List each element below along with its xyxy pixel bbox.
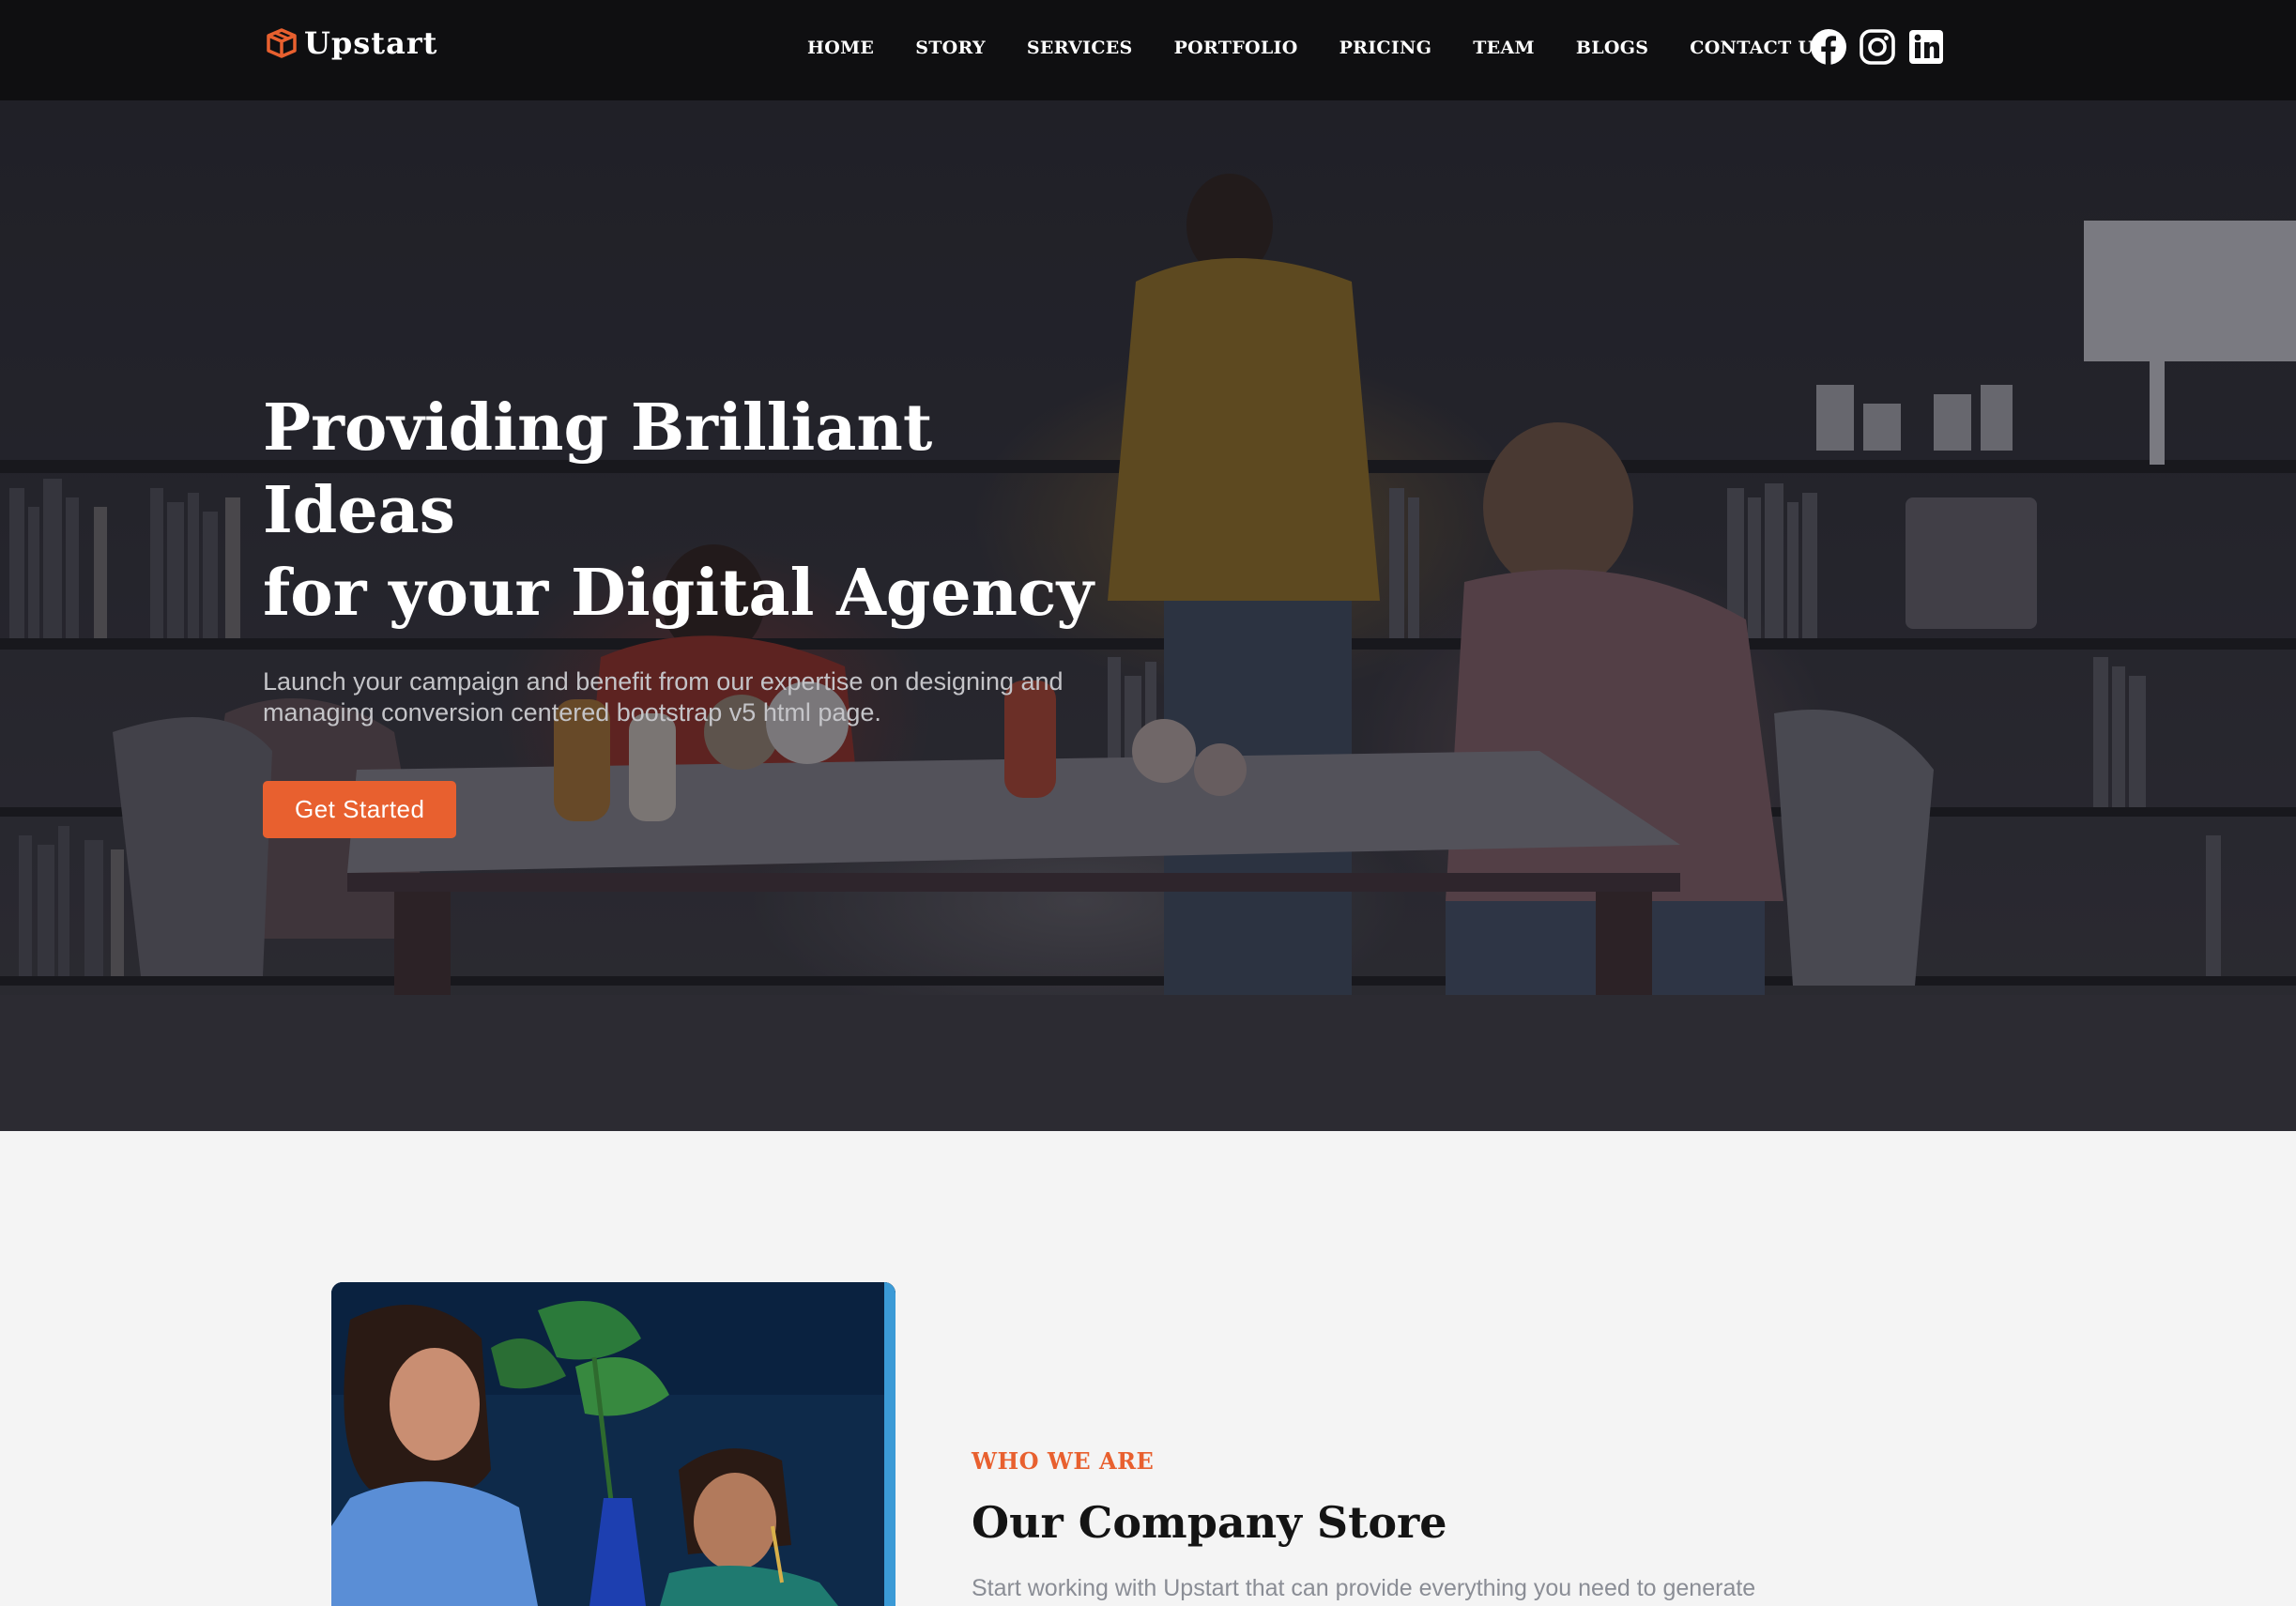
about-image — [331, 1282, 895, 1606]
nav-item-pricing[interactable]: PRICING — [1339, 38, 1432, 58]
linkedin-icon[interactable] — [1907, 28, 1945, 66]
brand-name: Upstart — [304, 25, 438, 61]
nav-item-blogs[interactable]: BLOGS — [1576, 38, 1648, 58]
social-links — [1810, 28, 1956, 66]
hero-section: Providing Brilliant Ideas for your Digit… — [0, 0, 2296, 1131]
nav-item-team[interactable]: TEAM — [1473, 38, 1535, 58]
facebook-icon[interactable] — [1810, 28, 1847, 66]
hero-title: Providing Brilliant Ideas for your Digit… — [263, 387, 1108, 635]
nav-item-story[interactable]: STORY — [915, 38, 986, 58]
section-eyebrow: WHO WE ARE — [972, 1447, 1155, 1475]
nav-item-contact-us[interactable]: CONTACT US — [1690, 38, 1827, 58]
about-text: WHO WE ARE Our Company Store Start worki… — [972, 1447, 1816, 1604]
top-navbar: Upstart HOME STORY SERVICES PORTFOLIO PR… — [0, 0, 2296, 100]
section-title: Our Company Store — [972, 1497, 1447, 1548]
box-logo-icon — [267, 28, 297, 58]
main-nav: HOME STORY SERVICES PORTFOLIO PRICING TE… — [807, 38, 1868, 58]
brand-logo[interactable]: Upstart — [265, 25, 437, 61]
section-body: Start working with Upstart that can prov… — [972, 1575, 1756, 1601]
hero-title-line2: for your Digital Agency — [263, 556, 1094, 631]
image-accent-strip — [884, 1282, 895, 1606]
team-photo — [331, 1282, 895, 1606]
nav-item-services[interactable]: SERVICES — [1027, 38, 1133, 58]
nav-item-portfolio[interactable]: PORTFOLIO — [1174, 38, 1298, 58]
hero-title-line1: Providing Brilliant Ideas — [263, 390, 933, 548]
get-started-button[interactable]: Get Started — [263, 781, 457, 838]
nav-item-home[interactable]: HOME — [807, 38, 874, 58]
instagram-icon[interactable] — [1859, 28, 1896, 66]
hero-subtitle: Launch your campaign and benefit from ou… — [263, 667, 1064, 727]
hero-content: Providing Brilliant Ideas for your Digit… — [263, 387, 1126, 838]
